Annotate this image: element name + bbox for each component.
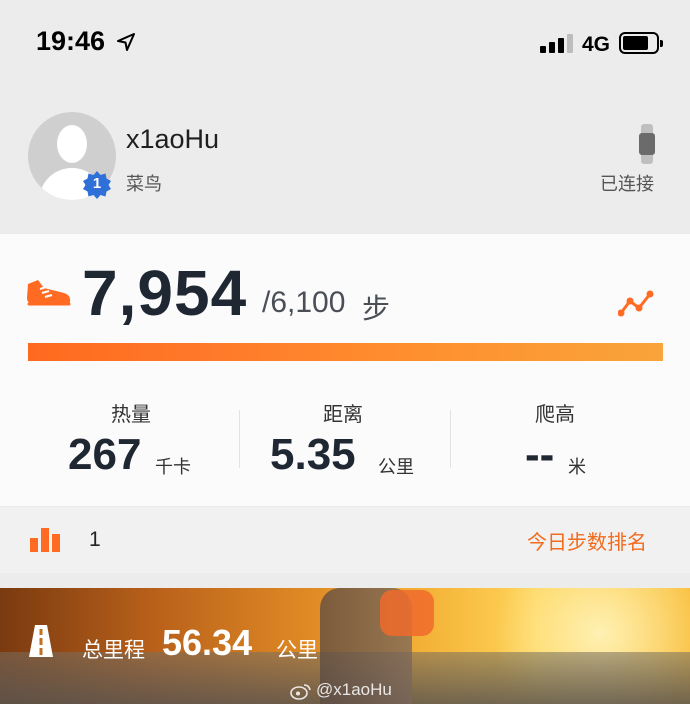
device-status[interactable]: 已连接: [600, 170, 654, 196]
fitness-band-icon[interactable]: [637, 124, 657, 164]
level-number: 1: [92, 175, 102, 192]
daily-ranking-link[interactable]: 今日步数排名: [527, 526, 647, 555]
rank-title: 菜鸟: [126, 174, 162, 195]
steps-progress-bar: [28, 343, 663, 361]
level-badge: 1: [82, 170, 112, 200]
climb-unit: 米: [568, 457, 586, 478]
climb-value: --: [525, 430, 555, 479]
climb-label: 爬高: [535, 402, 575, 426]
total-distance-value: 56.34: [162, 622, 253, 663]
total-distance-unit: 公里: [276, 638, 318, 662]
bar-chart-icon: [30, 528, 60, 552]
username[interactable]: x1aoHu: [126, 124, 219, 155]
distance-unit: 公里: [378, 457, 414, 478]
location-arrow-icon: [117, 33, 135, 51]
steps-unit: 步: [362, 292, 391, 325]
status-bar: 19:46 4G: [0, 0, 690, 86]
ranking-value: 1: [89, 528, 101, 551]
steps-count: 7,954: [82, 257, 248, 329]
metric-divider: [450, 410, 451, 468]
road-icon: [29, 625, 53, 657]
watermark: @x1aoHu: [316, 680, 392, 699]
shoe-icon: [27, 280, 71, 306]
status-time: 19:46: [36, 26, 106, 56]
network-type: 4G: [582, 33, 611, 56]
distance-label: 距离: [323, 402, 363, 426]
battery-icon: [619, 32, 663, 54]
calories-label: 热量: [111, 402, 151, 426]
weibo-icon: [290, 684, 311, 700]
distance-value: 5.35: [270, 430, 356, 479]
calories-value: 267: [68, 430, 142, 479]
steps-progress-fill: [28, 343, 663, 361]
steps-goal: /6,100: [262, 286, 346, 319]
calories-unit: 千卡: [155, 457, 191, 478]
cellular-signal-icon: [540, 33, 574, 53]
metric-divider: [239, 410, 240, 468]
trend-chart-icon[interactable]: [618, 290, 654, 318]
total-distance-label: 总里程: [82, 638, 145, 662]
